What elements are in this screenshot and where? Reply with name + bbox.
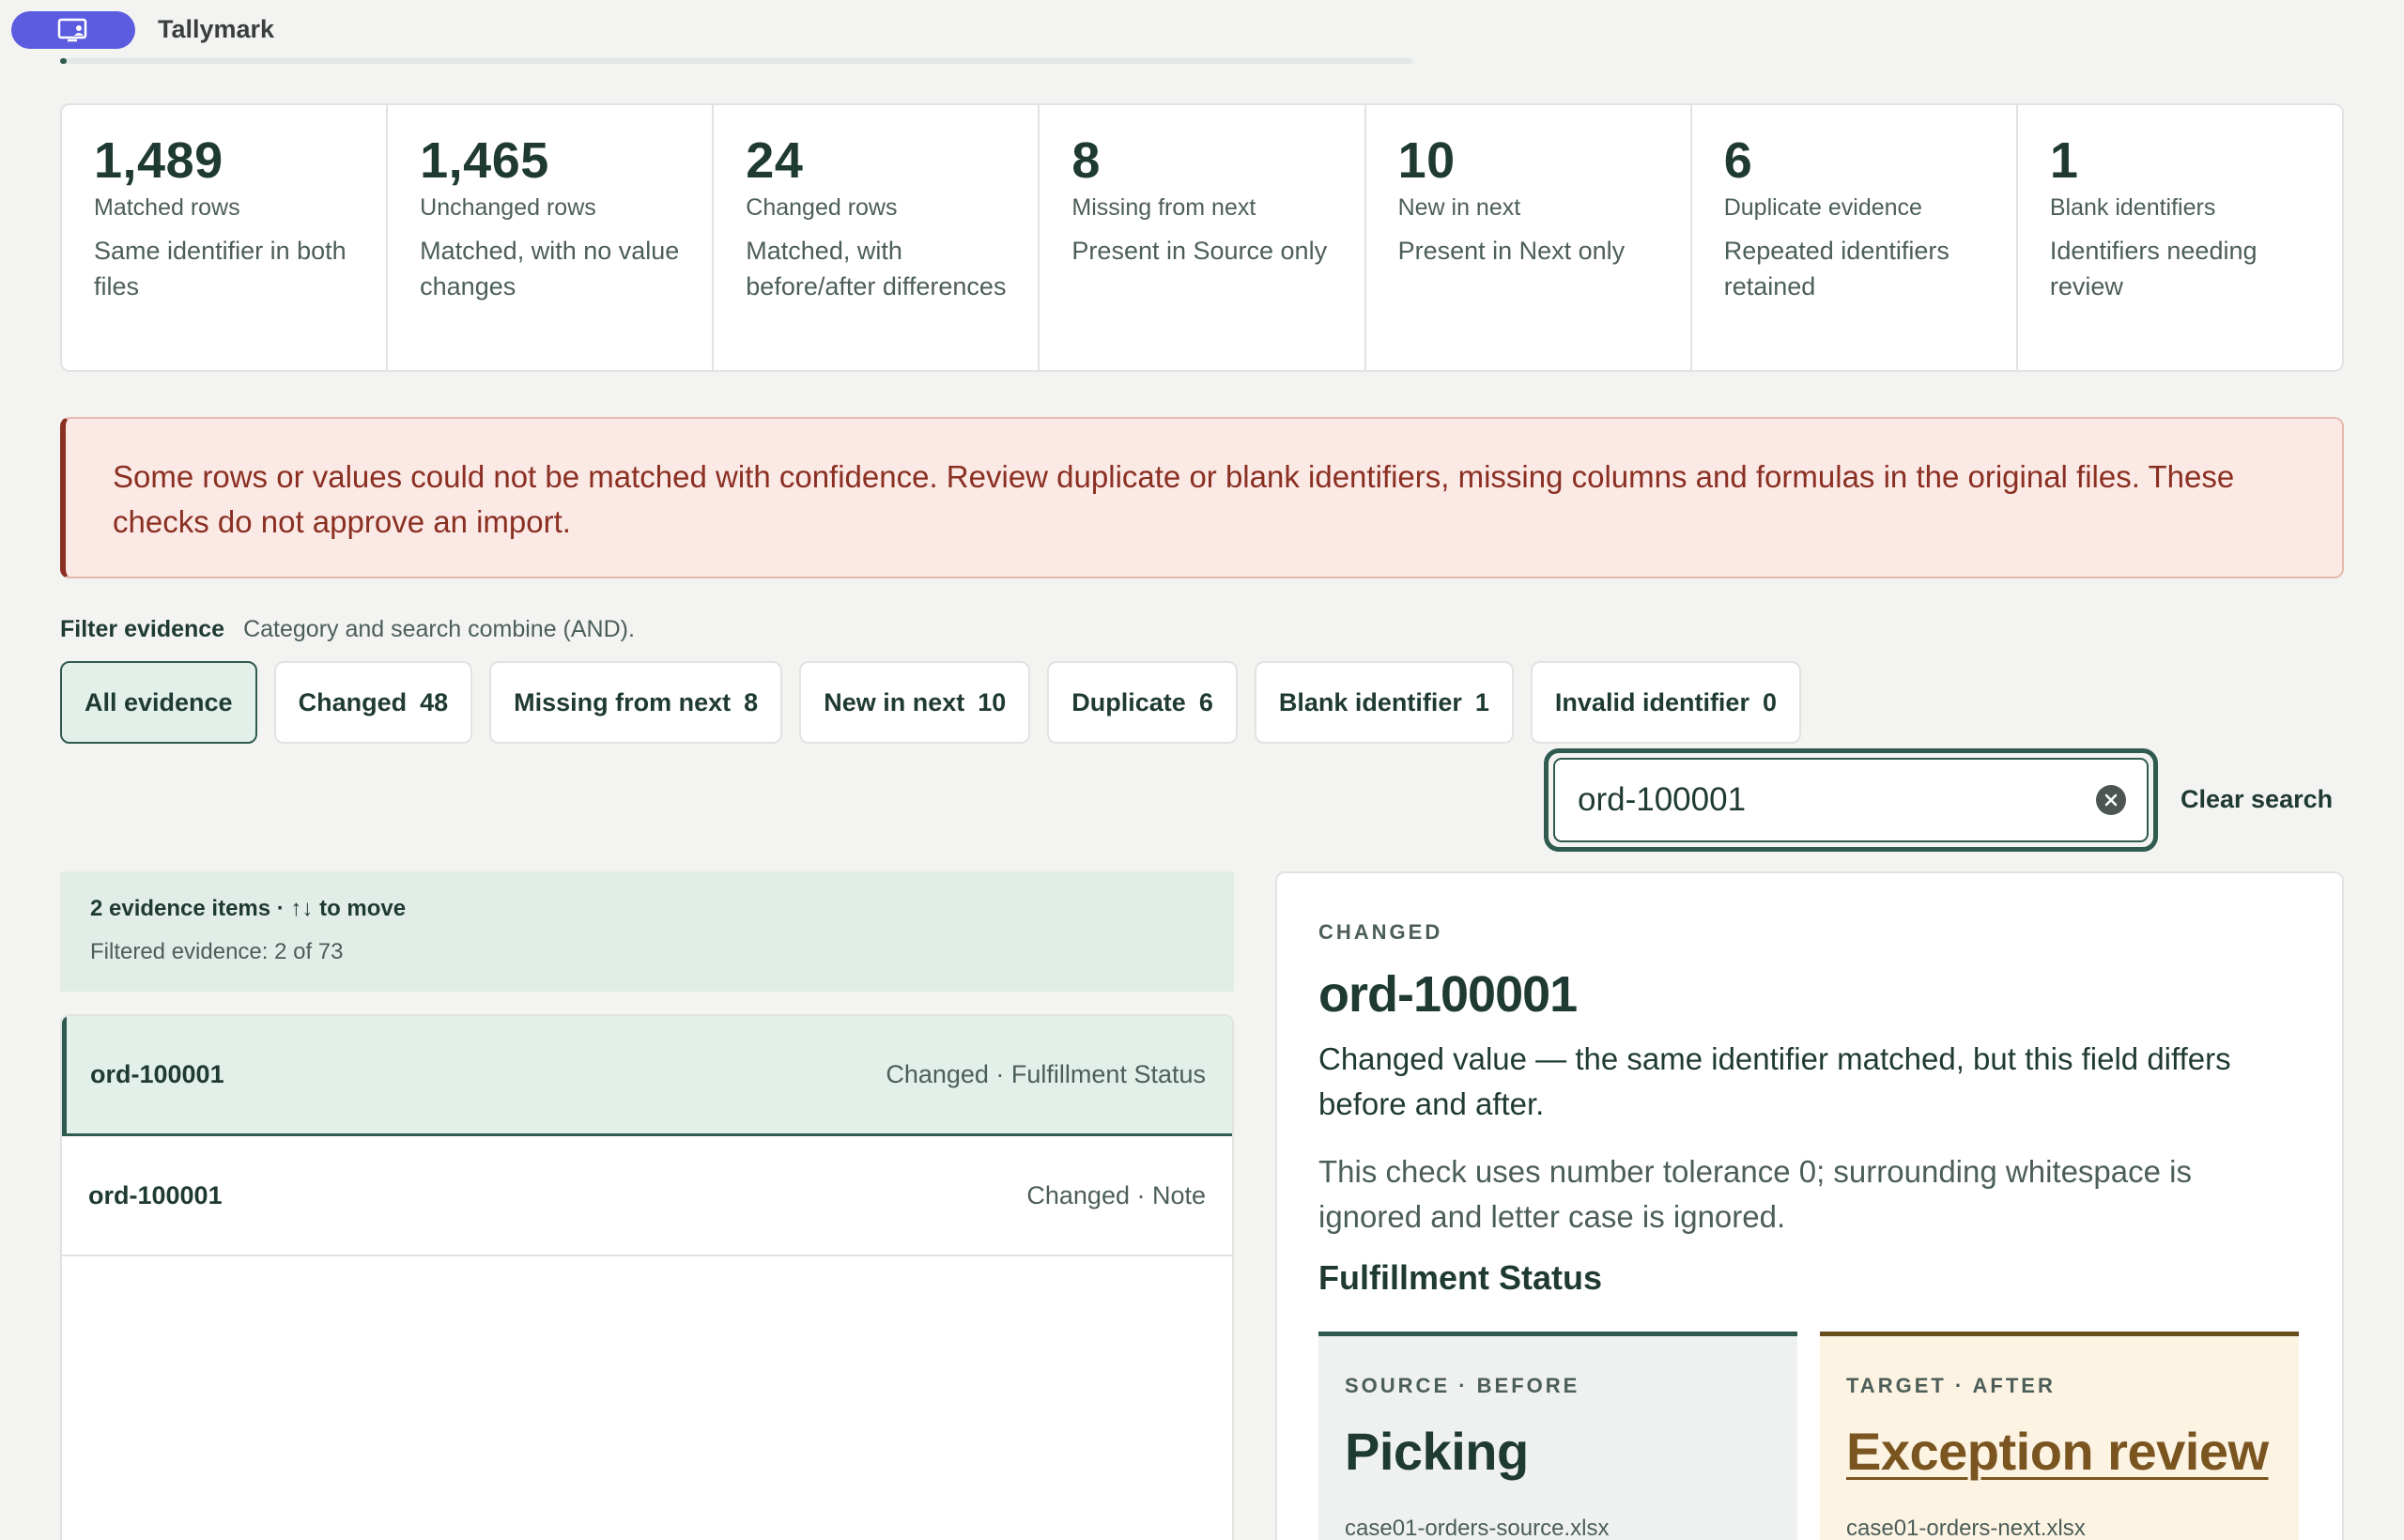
stat-duplicate-evidence: 6 Duplicate evidence Repeated identifier…: [1692, 105, 2018, 370]
progress-bar: [60, 58, 1412, 64]
chip-count: 10: [978, 687, 1007, 716]
filter-chips: All evidence Changed 48 Missing from nex…: [60, 661, 1801, 744]
stat-description: Same identifier in both files: [94, 237, 347, 301]
stat-value: 1,489: [94, 132, 223, 189]
chip-label: All evidence: [85, 687, 233, 716]
chip-all-evidence[interactable]: All evidence: [60, 661, 257, 744]
value-comparison: SOURCE · BEFORE Picking case01-orders-so…: [1318, 1332, 2301, 1540]
top-bar: Tallymark: [0, 0, 2404, 68]
chip-label: Invalid identifier: [1554, 687, 1749, 716]
warning-banner: Some rows or values could not be matched…: [60, 417, 2344, 578]
chip-changed[interactable]: Changed 48: [273, 661, 473, 744]
detail-description: Changed value — the same identifier matc…: [1318, 1041, 2231, 1121]
summary-stats: 1,489 Matched rows Same identifier in bo…: [60, 103, 2344, 372]
stat-description: Present in Next only: [1397, 237, 1626, 266]
chip-count: 48: [420, 687, 449, 716]
filtered-evidence-count: Filtered evidence: 2 of 73: [90, 939, 344, 964]
search-box: [1544, 748, 2158, 852]
row-meta: Changed · Note: [1026, 1180, 1206, 1209]
stat-new-in-next: 10 New in next Present in Next only: [1366, 105, 1692, 370]
stat-value: 1: [2049, 132, 2079, 189]
stat-value: 6: [1723, 132, 1753, 189]
chip-blank-identifier[interactable]: Blank identifier 1: [1254, 661, 1514, 744]
evidence-detail-panel: CHANGED ord-100001 Changed value — the s…: [1275, 871, 2344, 1540]
clear-search-button[interactable]: Clear search: [2181, 785, 2333, 814]
progress-fill: [60, 58, 68, 64]
stat-description: Repeated identifiers retained: [1723, 237, 1949, 301]
after-file: case01-orders-next.xlsx: [1846, 1516, 2086, 1540]
before-file: case01-orders-source.xlsx: [1345, 1516, 1610, 1540]
row-identifier: ord-100001: [88, 1180, 223, 1209]
stat-label: Unchanged rows: [420, 194, 596, 222]
row-identifier: ord-100001: [90, 1060, 224, 1088]
evidence-list: ord-100001 Changed · Fulfillment Status …: [60, 1014, 1234, 1540]
chip-label: Missing from next: [514, 687, 732, 716]
stat-description: Matched, with no value changes: [420, 237, 680, 301]
chip-count: 8: [744, 687, 759, 716]
stat-label: Changed rows: [746, 194, 898, 222]
stat-blank-identifiers: 1 Blank identifiers Identifiers needing …: [2018, 105, 2342, 370]
stat-description: Matched, with before/after differences: [746, 237, 1007, 301]
chip-label: Duplicate: [1071, 687, 1186, 716]
stat-description: Present in Source only: [1071, 237, 1328, 266]
stat-value: 1,465: [420, 132, 549, 189]
chip-label: New in next: [824, 687, 965, 716]
filter-hint: Category and search combine (AND).: [243, 616, 635, 642]
chip-duplicate[interactable]: Duplicate 6: [1047, 661, 1238, 744]
clear-input-icon[interactable]: [2096, 785, 2126, 815]
chip-label: Changed: [298, 687, 408, 716]
stat-label: Blank identifiers: [2049, 194, 2216, 222]
chip-new-in-next[interactable]: New in next 10: [799, 661, 1031, 744]
list-item[interactable]: ord-100001 Changed · Note: [62, 1136, 1232, 1256]
chip-label: Blank identifier: [1278, 687, 1462, 716]
stat-matched-rows: 1,489 Matched rows Same identifier in bo…: [62, 105, 389, 370]
stat-value: 24: [746, 132, 804, 189]
stat-label: Missing from next: [1071, 194, 1256, 222]
stat-missing-from-next: 8 Missing from next Present in Source on…: [1040, 105, 1366, 370]
detail-title: ord-100001: [1318, 966, 1578, 1023]
chip-invalid-identifier[interactable]: Invalid identifier 0: [1530, 661, 1801, 744]
list-item[interactable]: ord-100001 Changed · Fulfillment Status: [62, 1016, 1232, 1136]
app-title: Tallymark: [158, 15, 275, 43]
chip-count: 1: [1474, 687, 1489, 716]
stat-value: 10: [1397, 132, 1456, 189]
search-field: [1553, 758, 2149, 842]
after-card: TARGET · AFTER Exception review case01-o…: [1820, 1332, 2299, 1540]
chip-missing-from-next[interactable]: Missing from next 8: [489, 661, 783, 744]
row-meta: Changed · Fulfillment Status: [886, 1060, 1206, 1088]
evidence-count: 2 evidence items · ↑↓ to move: [90, 896, 407, 921]
before-card: SOURCE · BEFORE Picking case01-orders-so…: [1318, 1332, 1797, 1540]
filter-title: Filter evidence: [60, 616, 225, 642]
evidence-list-header: 2 evidence items · ↑↓ to move Filtered e…: [60, 871, 1234, 992]
monitor-user-icon: [57, 18, 87, 42]
stat-description: Identifiers needing review: [2049, 237, 2258, 301]
before-value: Picking: [1345, 1422, 1529, 1481]
search-input[interactable]: [1578, 781, 2096, 819]
detail-category: CHANGED: [1318, 920, 1443, 944]
stat-label: New in next: [1397, 194, 1521, 222]
chip-count: 0: [1762, 687, 1777, 716]
filter-header: Filter evidence Category and search comb…: [60, 616, 635, 643]
app-switcher-button[interactable]: [11, 11, 135, 49]
close-icon: [2104, 793, 2118, 807]
before-label: SOURCE · BEFORE: [1345, 1374, 1580, 1397]
after-label: TARGET · AFTER: [1846, 1374, 2056, 1397]
after-value: Exception review: [1846, 1422, 2269, 1481]
detail-field-name: Fulfillment Status: [1318, 1258, 1603, 1297]
stat-label: Duplicate evidence: [1723, 194, 1922, 222]
stat-changed-rows: 24 Changed rows Matched, with before/aft…: [714, 105, 1040, 370]
stat-label: Matched rows: [94, 194, 240, 222]
detail-note: This check uses number tolerance 0; surr…: [1318, 1154, 2192, 1234]
chip-count: 6: [1198, 687, 1213, 716]
stat-unchanged-rows: 1,465 Unchanged rows Matched, with no va…: [388, 105, 715, 370]
stat-value: 8: [1071, 132, 1101, 189]
